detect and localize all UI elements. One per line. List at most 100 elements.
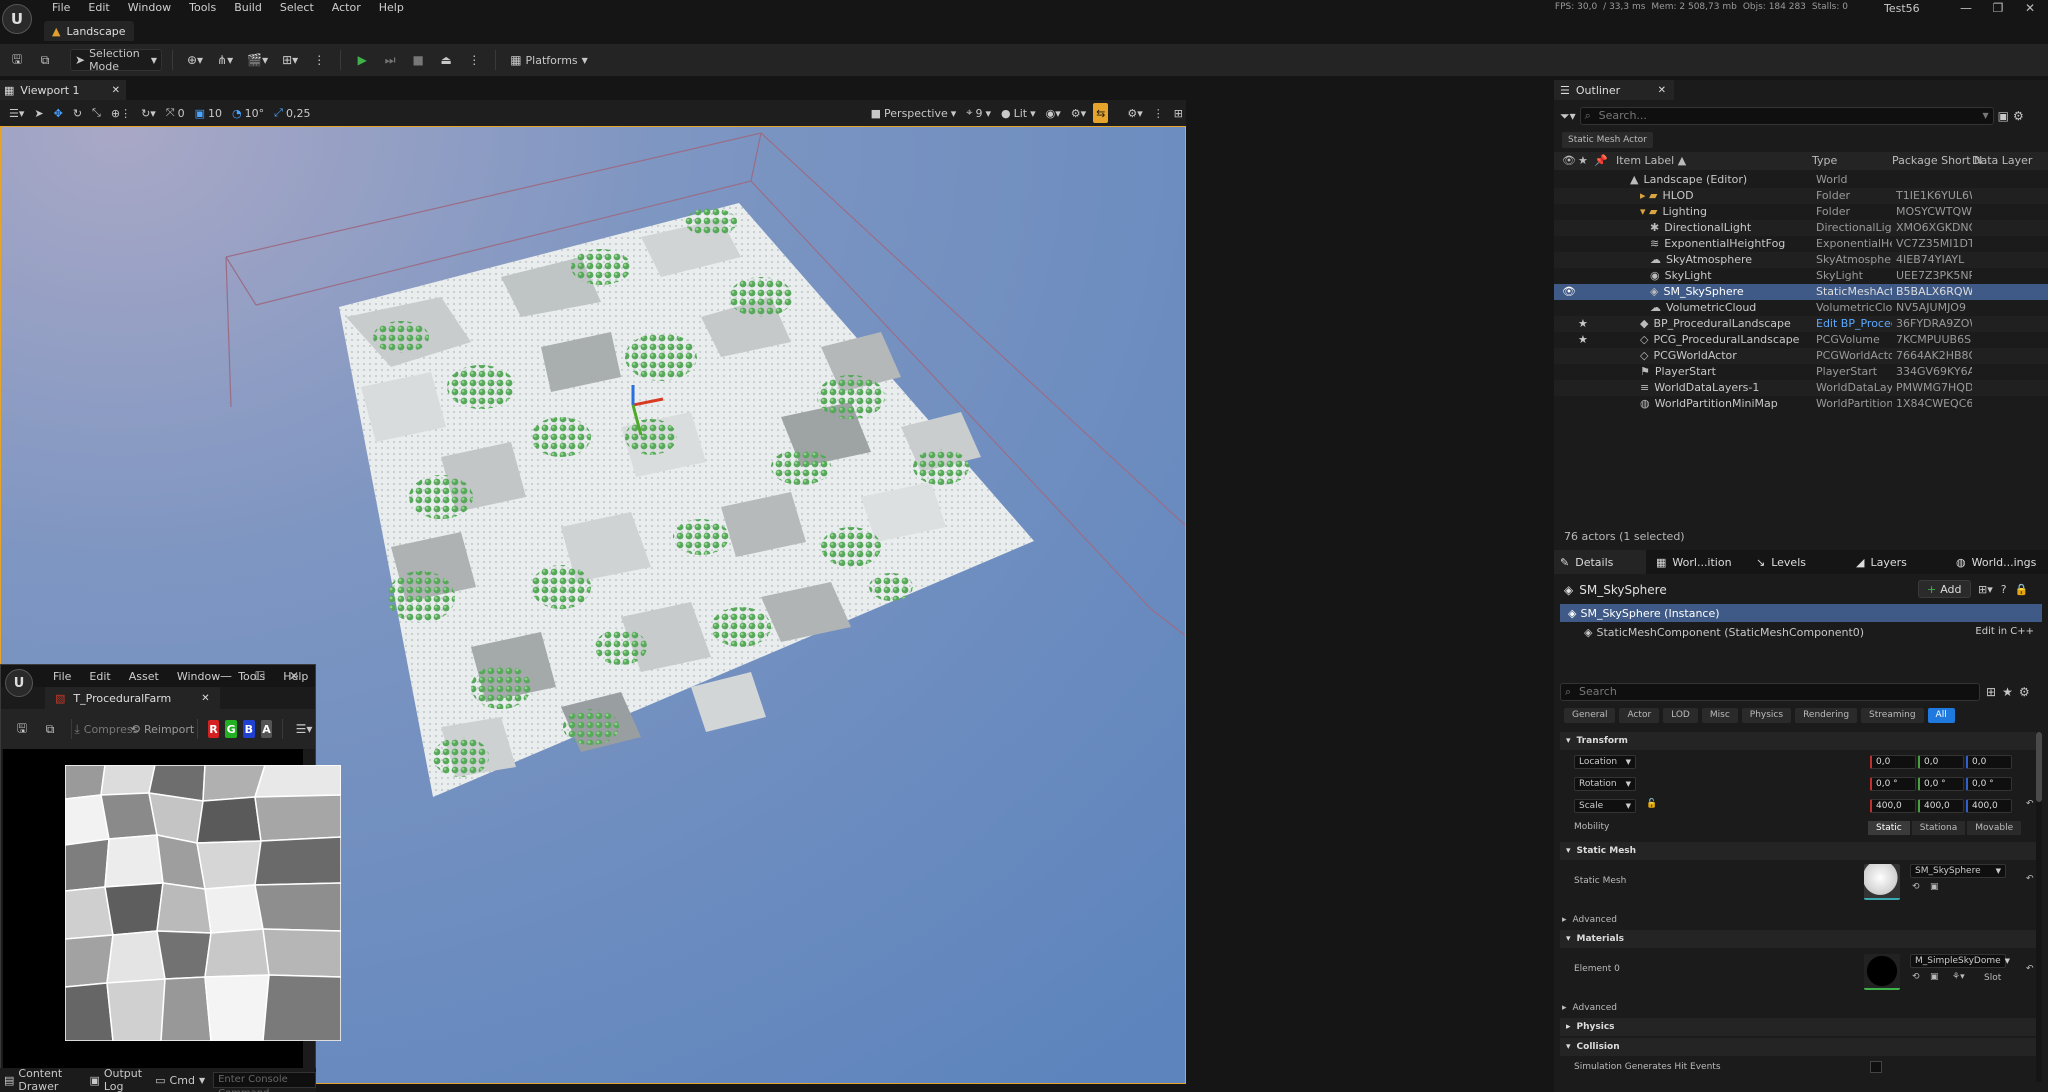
- realtime-icon[interactable]: ⚙▾: [1068, 103, 1089, 123]
- selection-mode-dropdown[interactable]: ➤ Selection Mode ▼: [70, 47, 162, 73]
- translate-tool-icon[interactable]: ✥: [51, 103, 66, 123]
- outliner-row[interactable]: ◍ WorldPartitionMiniMap WorldPartitionMini…: [1554, 396, 2048, 412]
- outliner-row[interactable]: ◉ SkyLight SkyLight UEE7Z3PK5NR: [1554, 268, 2048, 284]
- scale-snap[interactable]: ⤢ 0,25: [271, 103, 313, 123]
- visibility-col-icon[interactable]: 👁: [1562, 154, 1576, 167]
- cat-physics[interactable]: Physics: [1741, 707, 1792, 723]
- scale-tool-icon[interactable]: ⤡: [89, 103, 104, 123]
- outliner-tab[interactable]: ☰ Outliner ✕: [1554, 80, 1674, 100]
- viewport-tab[interactable]: ▦ Viewport 1 ✕: [0, 80, 126, 100]
- minimize-icon[interactable]: —: [209, 669, 243, 683]
- settings-icon[interactable]: ⚙: [2019, 685, 2030, 699]
- viewport-options-icon[interactable]: ⋮: [1150, 103, 1167, 123]
- reimport-button[interactable]: ⟲ Reimport: [130, 718, 194, 740]
- actor-name[interactable]: SM_SkySphere: [1579, 583, 1667, 597]
- outliner-row[interactable]: ≡ WorldDataLayers-1 WorldDataLayers PMWMG7H…: [1554, 380, 2048, 396]
- static-mesh-thumbnail[interactable]: [1864, 864, 1900, 900]
- location-z[interactable]: 0,0: [1966, 755, 2012, 769]
- unreal-logo-icon[interactable]: U: [5, 669, 33, 697]
- menu-tools[interactable]: Tools: [181, 0, 224, 16]
- cat-general[interactable]: General: [1564, 707, 1616, 723]
- channel-a-toggle[interactable]: A: [260, 720, 273, 738]
- maximize-icon[interactable]: ☐: [243, 669, 277, 683]
- rotation-y[interactable]: 0,0 °: [1918, 777, 1964, 791]
- save-icon[interactable]: 🖫: [11, 718, 33, 740]
- section-physics[interactable]: ▸ Physics: [1560, 1018, 2042, 1036]
- cat-lod[interactable]: LOD: [1663, 707, 1698, 723]
- play-options-icon[interactable]: ⋮: [463, 49, 485, 71]
- tab-levels[interactable]: ↘ Levels: [1750, 550, 1842, 574]
- settings-icon[interactable]: ⚙: [2013, 109, 2024, 123]
- cat-actor[interactable]: Actor: [1619, 707, 1660, 723]
- use-selected-icon[interactable]: ⟲: [1912, 972, 1920, 982]
- menu-window[interactable]: Window: [120, 0, 179, 16]
- maximize-icon[interactable]: ❐: [1982, 0, 2014, 16]
- play-icon[interactable]: ▶: [351, 49, 373, 71]
- console-command-input[interactable]: Enter Console Command: [213, 1072, 316, 1092]
- component-root[interactable]: ◈ SM_SkySphere (Instance): [1560, 604, 2042, 622]
- add-component-button[interactable]: + Add: [1918, 580, 1971, 598]
- cat-all[interactable]: All: [1927, 707, 1955, 723]
- details-search-input[interactable]: ⌕ Search: [1560, 683, 1980, 701]
- browse-asset-icon[interactable]: ▣: [1930, 972, 1939, 982]
- menu-select[interactable]: Select: [272, 0, 322, 16]
- add-actor-icon[interactable]: ⊕▾: [183, 49, 207, 71]
- unreal-logo-icon[interactable]: U: [2, 4, 32, 34]
- edit-in-cpp-link[interactable]: Edit in C++: [1975, 623, 2034, 641]
- outliner-row[interactable]: ✱ DirectionalLight DirectionalLight XMO6XGK…: [1554, 220, 2048, 236]
- browse-icon[interactable]: ⧉: [39, 718, 61, 740]
- outliner-row[interactable]: ≋ ExponentialHeightFog ExponentialHeight VC…: [1554, 236, 2048, 252]
- content-drawer-button[interactable]: ▤ Content Drawer: [4, 1067, 81, 1092]
- edit-blueprint-link[interactable]: Edit BP_Procedural: [1816, 316, 1892, 332]
- scale-dropdown[interactable]: Scale ▼: [1574, 799, 1636, 813]
- browse-icon[interactable]: ⧉: [34, 49, 56, 71]
- material-dropdown[interactable]: M_SimpleSkyDome ▼: [1910, 954, 2010, 968]
- world-space-icon[interactable]: ⊕⋮: [108, 103, 134, 123]
- material-thumbnail[interactable]: [1864, 954, 1900, 990]
- lit-dropdown[interactable]: ● Lit ▾: [998, 103, 1039, 123]
- output-log-button[interactable]: ▣ Output Log: [89, 1067, 147, 1092]
- perspective-dropdown[interactable]: ■ Perspective ▾: [868, 103, 960, 123]
- favorite-icon[interactable]: ★: [1578, 316, 1588, 332]
- outliner-row[interactable]: ⚑ PlayerStart PlayerStart 334GV69KY6A: [1554, 364, 2048, 380]
- filter-chip[interactable]: Static Mesh Actor: [1562, 132, 1653, 148]
- outliner-row[interactable]: ☁ VolumetricCloud VolumetricCloud NV5AJUMJO…: [1554, 300, 2048, 316]
- level-tab[interactable]: ▲ Landscape: [44, 21, 134, 41]
- layout-icon[interactable]: ⊞: [1171, 103, 1186, 123]
- tex-menu-asset[interactable]: Asset: [121, 670, 167, 683]
- favorite-col-icon[interactable]: ★: [1578, 154, 1588, 167]
- location-x[interactable]: 0,0: [1870, 755, 1916, 769]
- blueprint-icon[interactable]: ⊞▾: [1978, 583, 1993, 596]
- reset-icon[interactable]: ↶: [2026, 874, 2034, 884]
- channel-b-toggle[interactable]: B: [242, 720, 255, 738]
- channel-r-toggle[interactable]: R: [207, 720, 220, 738]
- details-scrollbar-thumb[interactable]: [2036, 732, 2042, 802]
- menu-actor[interactable]: Actor: [324, 0, 369, 16]
- menu-file[interactable]: File: [44, 0, 78, 16]
- step-icon[interactable]: ⏭: [379, 49, 401, 71]
- tex-menu-file[interactable]: File: [45, 670, 79, 683]
- grid-snap[interactable]: ▣ 10: [192, 103, 225, 123]
- outliner-row[interactable]: 👁 ◈ SM_SkySphere StaticMeshActor B5BALX6RQWI: [1554, 284, 2048, 300]
- rotation-dropdown[interactable]: Rotation ▼: [1574, 777, 1636, 791]
- tab-world-partition[interactable]: ▦ Worl...ition: [1650, 550, 1742, 574]
- scale-z[interactable]: 400,0: [1966, 799, 2012, 813]
- outliner-row[interactable]: ▲ Landscape (Editor) World: [1554, 172, 2048, 188]
- table-view-icon[interactable]: ⊞: [1986, 685, 1996, 699]
- tab-world-settings[interactable]: ◍ World...ings: [1950, 550, 2048, 574]
- outliner-row[interactable]: ★ ◇ PCG_ProceduralLandscape PCGVolume 7KCMPU…: [1554, 332, 2048, 348]
- col-item-label[interactable]: Item Label ▲: [1616, 154, 1686, 167]
- close-icon[interactable]: ✕: [277, 669, 311, 683]
- mobility-stationary[interactable]: Stationa: [1911, 821, 1966, 835]
- minimize-icon[interactable]: —: [1950, 0, 1982, 16]
- component-static-mesh[interactable]: ◈ StaticMeshComponent (StaticMeshCompone…: [1560, 623, 2042, 641]
- outliner-row[interactable]: ★ ◆ BP_ProceduralLandscape Edit BP_Procedur…: [1554, 316, 2048, 332]
- snap-translate[interactable]: ⤧ 0: [163, 103, 188, 123]
- cat-rendering[interactable]: Rendering: [1795, 707, 1858, 723]
- settings-icon[interactable]: ⚙▾: [1124, 103, 1145, 123]
- use-selected-icon[interactable]: ⟲: [1912, 882, 1920, 892]
- mobility-movable[interactable]: Movable: [1967, 821, 2022, 835]
- rotation-snap[interactable]: ◔ 10°: [229, 103, 267, 123]
- favorite-icon[interactable]: ★: [2002, 685, 2013, 699]
- location-y[interactable]: 0,0: [1918, 755, 1964, 769]
